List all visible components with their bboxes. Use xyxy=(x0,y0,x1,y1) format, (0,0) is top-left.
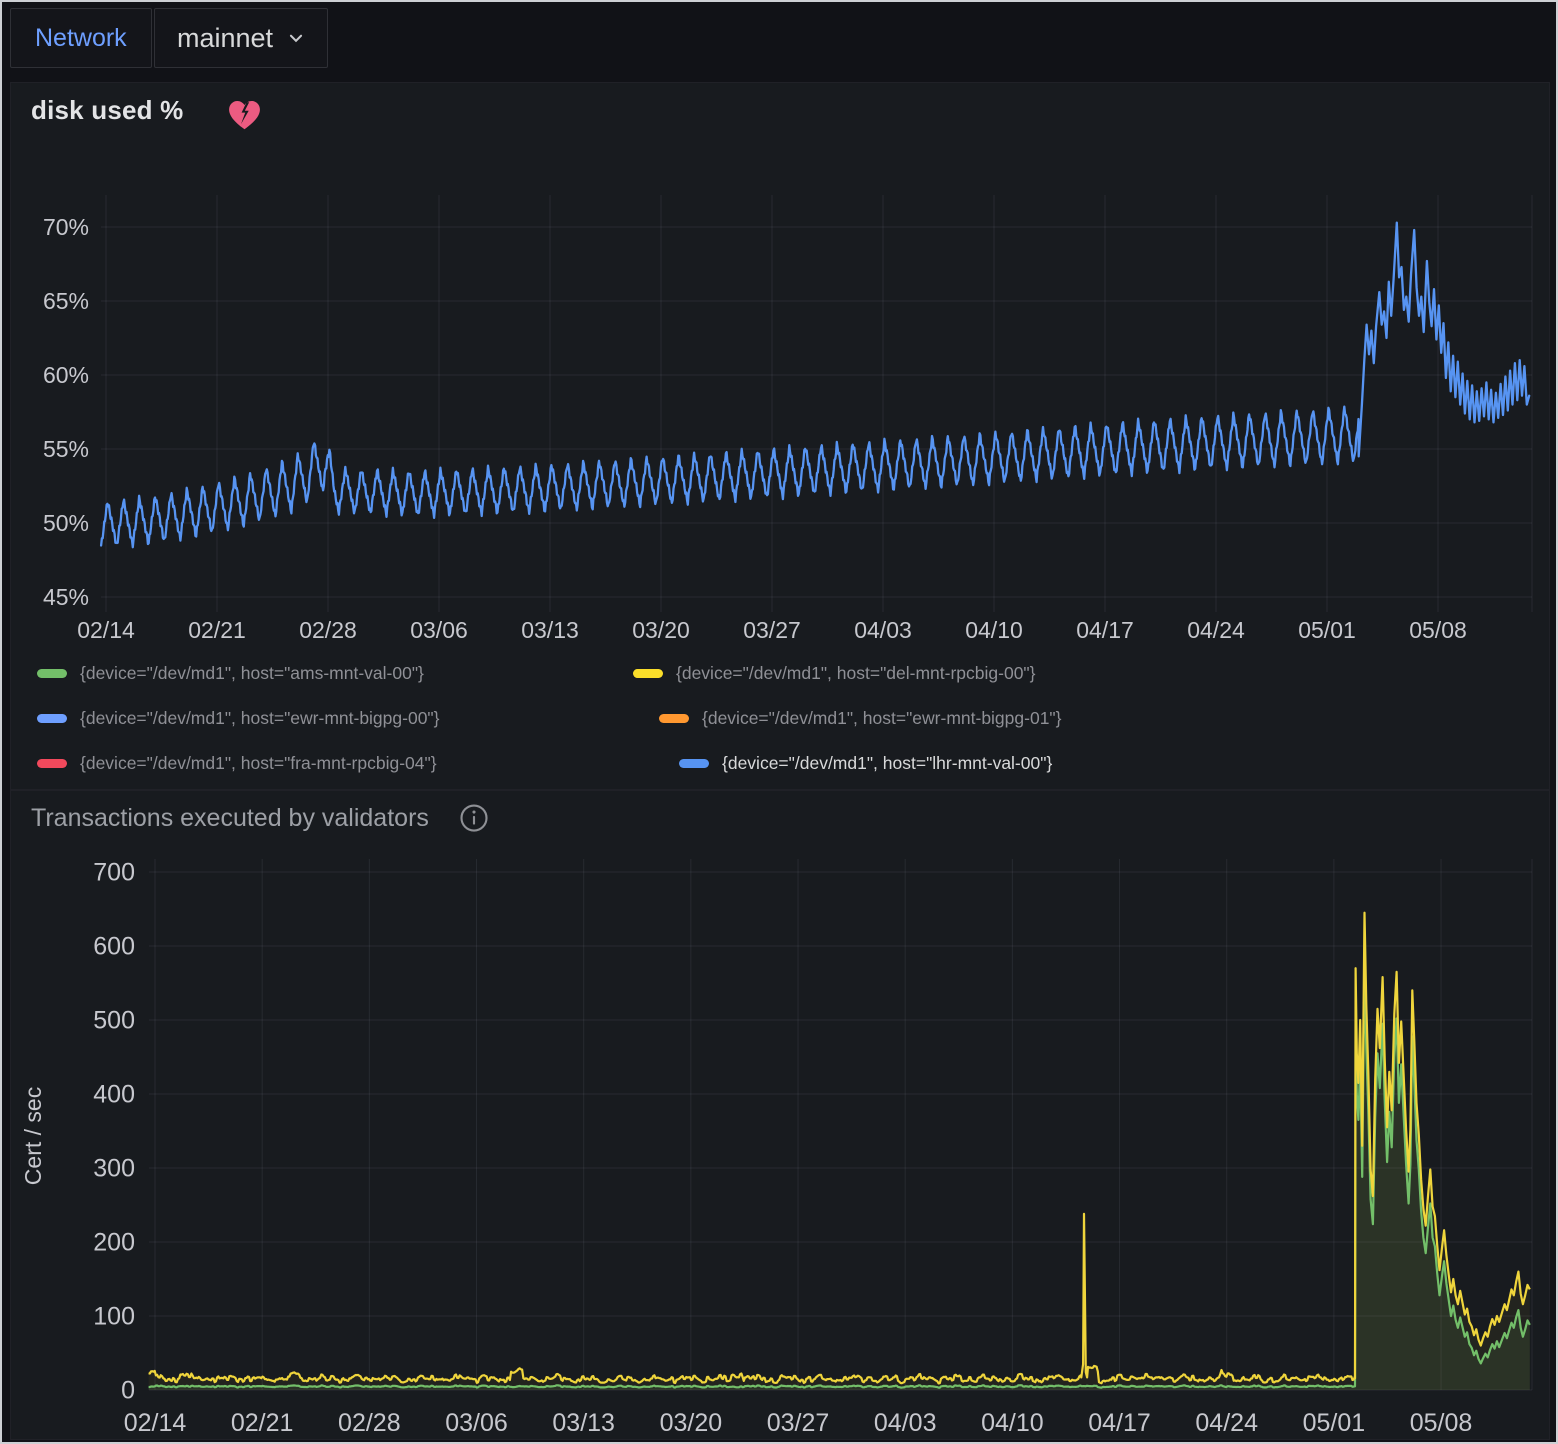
legend-row: {device="/dev/md1", host="ewr-mnt-bigpg-… xyxy=(37,696,1537,741)
series-label: {device="/dev/md1", host="fra-mnt-rpcbig… xyxy=(80,753,437,774)
x-tick-label: 04/24 xyxy=(1187,617,1245,643)
series-color-marker xyxy=(37,714,67,723)
disk-used-chart[interactable]: 45% 50% 55% 60% 65% 70% 02/14 02/21 02/28 03/06 03… xyxy=(11,83,1549,649)
x-tick-label: 03/06 xyxy=(410,617,468,643)
y-tick-label: 65% xyxy=(43,288,89,314)
x-tick-label: 02/14 xyxy=(77,617,135,643)
legend-item[interactable]: {device="/dev/md1", host="ams-mnt-val-00… xyxy=(37,663,633,684)
series-color-marker xyxy=(37,669,67,678)
y-tick-label: 45% xyxy=(43,584,89,610)
x-tick-label: 04/17 xyxy=(1088,1409,1151,1437)
validators-yellow-line xyxy=(149,913,1530,1384)
y-tick-label: 400 xyxy=(93,1081,135,1109)
legend-row: {device="/dev/md1", host="fra-mnt-rpcbig… xyxy=(37,741,1537,786)
disk-used-panel: disk used % 45%50%55%60%65%70%02/1402/21… xyxy=(10,82,1550,790)
grafana-dashboard: Network mainnet disk used % 45%50%55%60%… xyxy=(0,0,1558,1444)
x-tick-label: 04/10 xyxy=(981,1409,1044,1437)
y-tick-label: 600 xyxy=(93,933,135,961)
legend-item[interactable]: {device="/dev/md1", host="ewr-mnt-bigpg-… xyxy=(659,708,1062,729)
disk-chart-legend: {device="/dev/md1", host="ams-mnt-val-00… xyxy=(37,651,1537,786)
y-tick-label: 55% xyxy=(43,436,89,462)
validators-green-line xyxy=(149,962,1530,1387)
x-tick-label: 03/27 xyxy=(743,617,801,643)
legend-item[interactable]: {device="/dev/md1", host="ewr-mnt-bigpg-… xyxy=(37,708,659,729)
x-tick-label: 02/14 xyxy=(124,1409,187,1437)
x-tick-label: 04/24 xyxy=(1195,1409,1258,1437)
validators-yellow-fill xyxy=(149,913,1530,1390)
x-tick-label: 05/01 xyxy=(1303,1409,1366,1437)
series-label: {device="/dev/md1", host="lhr-mnt-val-00… xyxy=(722,753,1052,774)
x-tick-label: 04/17 xyxy=(1076,617,1134,643)
validators-green-fill xyxy=(149,962,1530,1390)
x-tick-label: 02/21 xyxy=(231,1409,294,1437)
x-tick-label: 03/06 xyxy=(445,1409,508,1437)
x-tick-label: 03/20 xyxy=(660,1409,723,1437)
series-color-marker xyxy=(679,759,709,768)
y-tick-label: 60% xyxy=(43,362,89,388)
series-label: {device="/dev/md1", host="ams-mnt-val-00… xyxy=(80,663,424,684)
chevron-down-icon xyxy=(287,29,305,47)
series-label: {device="/dev/md1", host="ewr-mnt-bigpg-… xyxy=(80,708,440,729)
x-tick-label: 05/08 xyxy=(1410,1409,1473,1437)
legend-item[interactable]: {device="/dev/md1", host="lhr-mnt-val-00… xyxy=(679,753,1052,774)
x-tick-label: 02/28 xyxy=(299,617,357,643)
legend-item[interactable]: {device="/dev/md1", host="fra-mnt-rpcbig… xyxy=(37,753,679,774)
y-tick-label: 100 xyxy=(93,1303,135,1331)
y-tick-label: 500 xyxy=(93,1007,135,1035)
x-tick-label: 04/03 xyxy=(854,617,912,643)
series-color-marker xyxy=(659,714,689,723)
x-tick-label: 03/13 xyxy=(552,1409,615,1437)
x-tick-label: 02/21 xyxy=(188,617,246,643)
network-variable-label-text: Network xyxy=(35,24,127,53)
y-tick-label: 70% xyxy=(43,214,89,240)
x-tick-label: 04/03 xyxy=(874,1409,937,1437)
transactions-chart[interactable]: 0 100 200 300 400 500 600 700 02/14 02/21 02/28 03/… xyxy=(11,791,1549,1439)
legend-row: {device="/dev/md1", host="ams-mnt-val-00… xyxy=(37,651,1537,696)
network-variable-dropdown[interactable]: mainnet xyxy=(154,8,328,68)
y-tick-label: 700 xyxy=(93,859,135,887)
series-label: {device="/dev/md1", host="del-mnt-rpcbig… xyxy=(676,663,1036,684)
x-tick-label: 05/01 xyxy=(1298,617,1356,643)
y-tick-label: 0 xyxy=(121,1377,135,1405)
x-tick-label: 03/20 xyxy=(632,617,690,643)
network-variable-label: Network xyxy=(10,8,152,68)
x-tick-label: 02/28 xyxy=(338,1409,401,1437)
legend-item[interactable]: {device="/dev/md1", host="del-mnt-rpcbig… xyxy=(633,663,1036,684)
series-color-marker xyxy=(633,669,663,678)
x-tick-label: 05/08 xyxy=(1409,617,1467,643)
y-tick-label: 50% xyxy=(43,510,89,536)
y-axis-title: Cert / sec xyxy=(20,1087,46,1185)
y-tick-label: 300 xyxy=(93,1155,135,1183)
series-color-marker xyxy=(37,759,67,768)
disk-used-series-line xyxy=(101,223,1529,548)
network-variable-value: mainnet xyxy=(177,23,273,54)
variable-bar: Network mainnet xyxy=(2,2,1556,80)
y-tick-label: 200 xyxy=(93,1229,135,1257)
x-tick-label: 04/10 xyxy=(965,617,1023,643)
x-tick-label: 03/27 xyxy=(767,1409,830,1437)
series-label: {device="/dev/md1", host="ewr-mnt-bigpg-… xyxy=(702,708,1062,729)
x-tick-label: 03/13 xyxy=(521,617,579,643)
transactions-panel: Transactions executed by validators 0100… xyxy=(10,790,1550,1440)
